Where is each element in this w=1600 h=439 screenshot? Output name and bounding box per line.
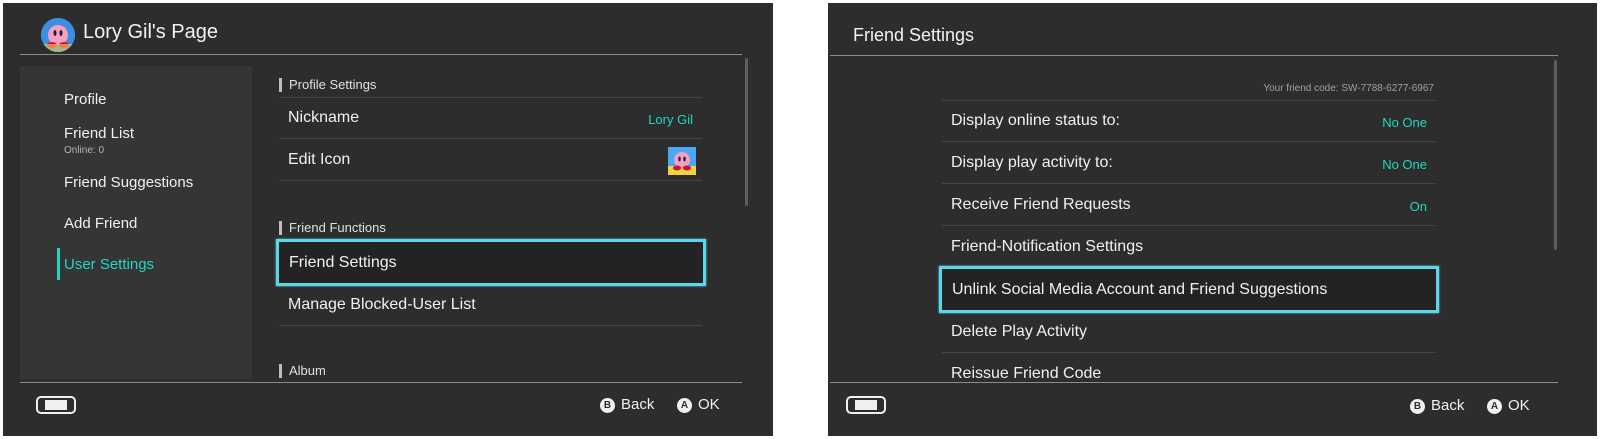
section-profile-settings: Profile Settings	[279, 78, 376, 92]
manage-blocked-label: Manage Blocked-User List	[288, 296, 476, 313]
nickname-label: Nickname	[288, 109, 360, 126]
kirby-icon-thumbnail	[668, 147, 696, 175]
back-label: Back	[1431, 397, 1465, 414]
online-status-value: No One	[1382, 115, 1427, 130]
sidebar-item-profile[interactable]: Profile	[64, 91, 107, 108]
scrollbar[interactable]	[745, 58, 748, 206]
a-button-icon: A	[677, 398, 692, 413]
row-notification-settings[interactable]: Friend-Notification Settings	[942, 227, 1436, 268]
divider	[942, 352, 1436, 353]
sidebar: Profile Friend List Online: 0 Friend Sug…	[20, 66, 252, 379]
sidebar-item-user-settings[interactable]: User Settings	[64, 256, 154, 273]
divider	[942, 225, 1436, 226]
row-play-activity[interactable]: Display play activity to: No One	[942, 143, 1436, 184]
page-title: Friend Settings	[853, 25, 975, 45]
friend-requests-label: Receive Friend Requests	[951, 196, 1131, 213]
delete-play-activity-label: Delete Play Activity	[951, 323, 1088, 340]
kirby-avatar-icon	[41, 18, 75, 52]
a-button-icon: A	[1487, 399, 1502, 414]
row-online-status[interactable]: Display online status to: No One	[942, 101, 1436, 142]
back-hint[interactable]: B Back	[600, 396, 654, 413]
ok-label: OK	[698, 396, 720, 413]
user-page-screen: Lory Gil's Page Profile Friend List Onli…	[3, 3, 773, 436]
active-indicator	[57, 248, 60, 280]
header-divider	[20, 54, 742, 55]
edit-icon-label: Edit Icon	[288, 151, 351, 168]
footer-divider	[830, 382, 1558, 383]
notification-settings-label: Friend-Notification Settings	[951, 238, 1144, 255]
user-avatar[interactable]	[41, 18, 75, 52]
scrollbar[interactable]	[1554, 60, 1557, 250]
row-delete-play-activity[interactable]: Delete Play Activity	[942, 312, 1436, 353]
row-unlink-social-media[interactable]: Unlink Social Media Account and Friend S…	[939, 266, 1439, 313]
row-friend-settings[interactable]: Friend Settings	[276, 239, 706, 286]
friend-list-online-count: Online: 0	[64, 145, 105, 156]
friend-settings-label: Friend Settings	[289, 254, 397, 271]
row-friend-requests[interactable]: Receive Friend Requests On	[942, 185, 1436, 226]
divider	[942, 183, 1436, 184]
section-album: Album	[279, 364, 326, 378]
divider	[279, 138, 702, 139]
online-status-label: Display online status to:	[951, 112, 1120, 129]
row-nickname[interactable]: Nickname Lory Gil	[279, 98, 702, 139]
divider	[279, 325, 702, 326]
sidebar-item-friend-list[interactable]: Friend List	[64, 125, 134, 142]
row-reissue-friend-code[interactable]: Reissue Friend Code	[942, 354, 1436, 395]
sidebar-item-friend-suggestions[interactable]: Friend Suggestions	[64, 174, 193, 191]
play-activity-value: No One	[1382, 157, 1427, 172]
header-divider	[830, 55, 1558, 56]
divider	[942, 141, 1436, 142]
nickname-value: Lory Gil	[648, 112, 693, 127]
friend-settings-screen: Friend Settings Your friend code: SW-778…	[828, 3, 1597, 436]
ok-label: OK	[1508, 397, 1530, 414]
ok-hint[interactable]: A OK	[677, 396, 720, 413]
section-friend-functions: Friend Functions	[279, 221, 386, 235]
friend-code: Your friend code: SW-7788-6277-6967	[1263, 83, 1434, 94]
b-button-icon: B	[1410, 399, 1425, 414]
back-label: Back	[621, 396, 655, 413]
reissue-friend-code-label: Reissue Friend Code	[951, 365, 1102, 382]
console-handheld-icon	[36, 396, 76, 414]
back-hint[interactable]: B Back	[1410, 397, 1464, 414]
b-button-icon: B	[600, 398, 615, 413]
page-title: Lory Gil's Page	[83, 21, 218, 43]
friend-requests-value: On	[1409, 199, 1427, 214]
row-manage-blocked-users[interactable]: Manage Blocked-User List	[279, 285, 702, 326]
play-activity-label: Display play activity to:	[951, 154, 1113, 171]
sidebar-item-add-friend[interactable]: Add Friend	[64, 215, 137, 232]
console-handheld-icon	[846, 396, 886, 414]
unlink-social-media-label: Unlink Social Media Account and Friend S…	[952, 281, 1328, 298]
footer-divider	[20, 382, 742, 383]
ok-hint[interactable]: A OK	[1487, 397, 1530, 414]
row-edit-icon[interactable]: Edit Icon	[279, 140, 702, 181]
divider	[279, 180, 702, 181]
